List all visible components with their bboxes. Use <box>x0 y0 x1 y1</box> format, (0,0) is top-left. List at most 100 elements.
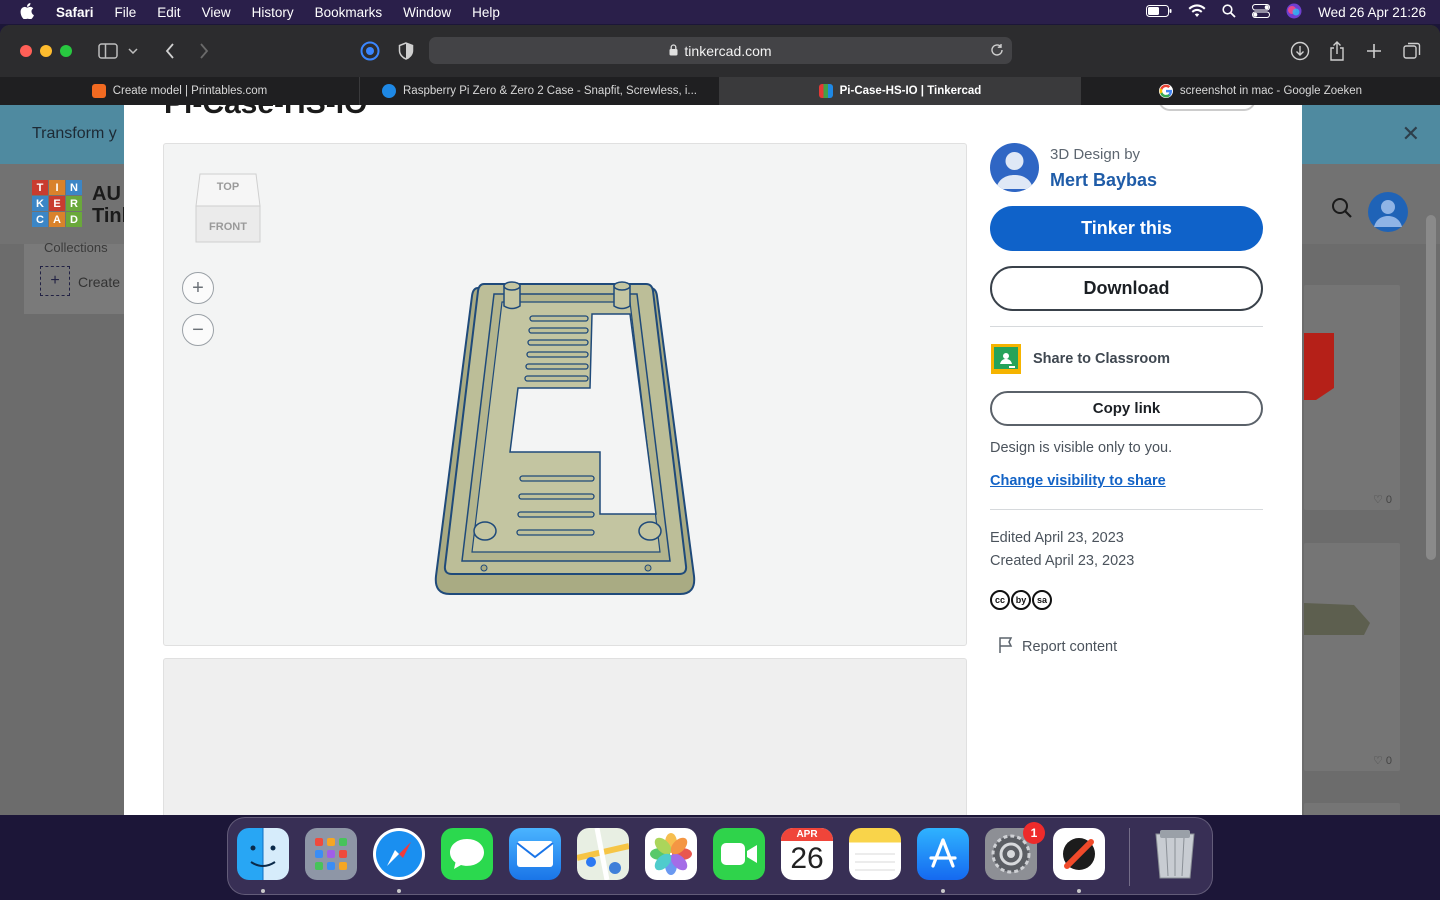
like-count[interactable]: ♡ 0 <box>1373 493 1392 506</box>
tab-printables[interactable]: Create model | Printables.com <box>0 77 360 105</box>
control-center-icon[interactable] <box>1252 3 1271 21</box>
view-cube[interactable]: TOP FRONT <box>194 168 262 248</box>
menu-bookmarks[interactable]: Bookmarks <box>315 5 383 20</box>
download-button[interactable]: Download <box>990 266 1263 311</box>
menu-edit[interactable]: Edit <box>157 5 180 20</box>
sidebar-toggle-icon[interactable] <box>96 39 120 63</box>
dock-separator <box>1129 828 1130 886</box>
page-scrollbar[interactable] <box>1426 215 1436 560</box>
calendar-icon[interactable]: APR 26 <box>781 828 833 880</box>
tinker-this-button[interactable]: Tinker this <box>990 206 1263 251</box>
logo-letter: A <box>49 212 65 227</box>
promo-banner-text: Transform y <box>32 125 117 142</box>
launchpad-icon[interactable] <box>305 828 357 880</box>
share-to-classroom-link[interactable]: Share to Classroom <box>1033 351 1170 367</box>
reload-icon[interactable] <box>990 43 1004 60</box>
address-bar[interactable]: tinkercad.com <box>429 37 1012 64</box>
modal-top-button[interactable] <box>1158 105 1256 111</box>
attribution-icon: by <box>1011 590 1031 610</box>
collections-panel: Collections + Create <box>24 240 134 314</box>
menu-file[interactable]: File <box>115 5 137 20</box>
report-content-label: Report content <box>1022 639 1118 655</box>
safari-toolbar: tinkercad.com <box>0 25 1440 77</box>
design-card[interactable] <box>1304 803 1400 815</box>
safari-icon[interactable] <box>373 828 425 880</box>
pocket-app-icon[interactable] <box>1053 828 1105 880</box>
finder-icon[interactable] <box>237 828 289 880</box>
menu-help[interactable]: Help <box>472 5 500 20</box>
maps-icon[interactable] <box>577 828 629 880</box>
report-content-link[interactable]: Report content <box>998 636 1117 658</box>
menubar-clock[interactable]: Wed 26 Apr 21:26 <box>1318 5 1426 20</box>
minimize-window-button[interactable] <box>40 45 52 57</box>
brand-text: AU Tinl <box>92 183 127 227</box>
tab-raspberry-case[interactable]: Raspberry Pi Zero & Zero 2 Case - Snapfi… <box>360 77 720 105</box>
site-search-icon[interactable] <box>1331 197 1353 224</box>
back-icon[interactable] <box>158 39 182 63</box>
extension-icon[interactable] <box>358 39 382 63</box>
privacy-shield-icon[interactable] <box>394 39 418 63</box>
visibility-text: Design is visible only to you. <box>990 440 1173 456</box>
view-cube-front-label[interactable]: FRONT <box>194 221 262 233</box>
battery-icon[interactable] <box>1146 4 1172 20</box>
3d-model-preview[interactable] <box>434 276 696 596</box>
notes-icon[interactable] <box>849 828 901 880</box>
logo-letter: N <box>66 180 82 195</box>
menu-view[interactable]: View <box>202 5 231 20</box>
close-banner-icon[interactable]: ✕ <box>1402 121 1420 147</box>
view-cube-top-label[interactable]: TOP <box>194 181 262 193</box>
messages-icon[interactable] <box>441 828 493 880</box>
google-classroom-icon[interactable] <box>990 343 1022 375</box>
wifi-icon[interactable] <box>1188 3 1206 21</box>
close-window-button[interactable] <box>20 45 32 57</box>
tab-google-search[interactable]: screenshot in mac - Google Zoeken <box>1081 77 1440 105</box>
design-card[interactable]: ♡ 0 <box>1304 543 1400 771</box>
create-collection-label[interactable]: Create <box>78 274 120 290</box>
app-store-icon[interactable] <box>917 828 969 880</box>
spotlight-search-icon[interactable] <box>1222 3 1236 21</box>
new-tab-icon[interactable] <box>1362 39 1386 63</box>
forward-icon[interactable] <box>192 39 216 63</box>
tab-label: Pi-Case-HS-IO | Tinkercad <box>839 85 982 97</box>
sidebar-menu-chevron-icon[interactable] <box>124 39 142 63</box>
logo-letter: E <box>49 196 65 211</box>
mail-icon[interactable] <box>509 828 561 880</box>
3d-viewer[interactable]: TOP FRONT + − <box>163 143 967 646</box>
design-title: Pi-Case-HS-IO <box>164 105 367 121</box>
zoom-in-button[interactable]: + <box>182 272 214 304</box>
brand-line-1: AU <box>92 183 121 205</box>
tinkercad-logo[interactable]: T I N K E R C A D <box>32 180 82 227</box>
photos-icon[interactable] <box>645 828 697 880</box>
like-count[interactable]: ♡ 0 <box>1373 754 1392 767</box>
apple-menu-icon[interactable] <box>20 2 36 22</box>
zoom-out-button[interactable]: − <box>182 314 214 346</box>
menu-history[interactable]: History <box>252 5 294 20</box>
trash-icon[interactable] <box>1149 828 1201 880</box>
logo-letter: C <box>32 212 48 227</box>
siri-icon[interactable] <box>1286 3 1302 22</box>
zoom-window-button[interactable] <box>60 45 72 57</box>
menu-app-name[interactable]: Safari <box>56 5 94 20</box>
logo-letter: R <box>66 196 82 211</box>
author-name-link[interactable]: Mert Baybas <box>1050 170 1157 191</box>
lock-icon <box>669 43 678 59</box>
share-icon[interactable] <box>1325 39 1349 63</box>
copy-link-button[interactable]: Copy link <box>990 391 1263 426</box>
tab-overview-icon[interactable] <box>1400 39 1424 63</box>
design-card[interactable]: ♡ 0 <box>1304 285 1400 510</box>
change-visibility-link[interactable]: Change visibility to share <box>990 473 1166 489</box>
user-avatar[interactable] <box>1368 192 1408 232</box>
tab-tinkercad[interactable]: Pi-Case-HS-IO | Tinkercad <box>720 77 1081 105</box>
downloads-icon[interactable] <box>1288 39 1312 63</box>
creative-commons-license[interactable]: cc by sa <box>990 590 1052 610</box>
printables-favicon-icon <box>91 84 106 98</box>
create-collection-plus-icon[interactable]: + <box>40 266 70 296</box>
secondary-preview <box>163 658 967 815</box>
facetime-icon[interactable] <box>713 828 765 880</box>
macos-menubar: Safari File Edit View History Bookmarks … <box>0 0 1440 24</box>
collections-label: Collections <box>44 240 108 255</box>
tab-label: screenshot in mac - Google Zoeken <box>1179 85 1363 97</box>
created-date: Created April 23, 2023 <box>990 553 1135 569</box>
author-avatar[interactable] <box>990 143 1039 192</box>
menu-window[interactable]: Window <box>403 5 451 20</box>
